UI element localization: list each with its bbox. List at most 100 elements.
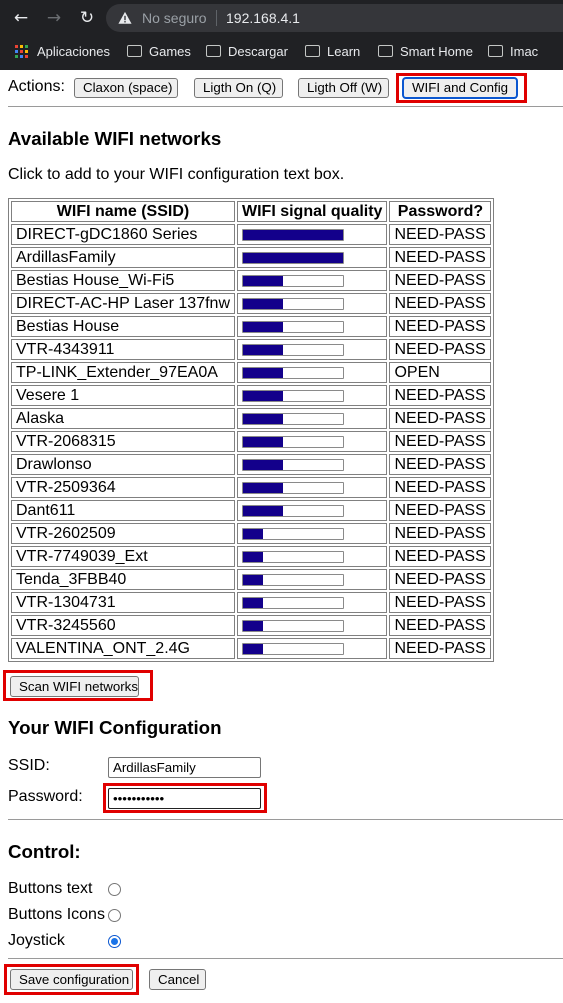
signal-bar-fill: [243, 367, 283, 378]
signal-cell: [237, 247, 388, 268]
signal-bar-fill: [243, 252, 343, 263]
ssid-cell[interactable]: VTR-1304731: [11, 592, 235, 613]
signal-bar: [242, 251, 344, 264]
signal-cell: [237, 385, 388, 406]
signal-bar-fill: [243, 551, 263, 562]
ssid-cell[interactable]: Drawlonso: [11, 454, 235, 475]
table-row[interactable]: Tenda_3FBB40 NEED-PASS: [11, 569, 492, 590]
security-status[interactable]: No seguro: [142, 10, 207, 26]
light-on-button[interactable]: Ligth On (Q): [194, 78, 283, 98]
light-off-button[interactable]: Ligth Off (W): [298, 78, 389, 98]
bookmark-games[interactable]: Games: [127, 44, 191, 62]
buttons-icons-radio[interactable]: [108, 909, 121, 922]
ssid-cell[interactable]: Vesere 1: [11, 385, 235, 406]
table-row[interactable]: VTR-4343911 NEED-PASS: [11, 339, 492, 360]
address-bar[interactable]: No seguro 192.168.4.1: [106, 4, 563, 32]
table-row[interactable]: Bestias House NEED-PASS: [11, 316, 492, 337]
ssid-cell[interactable]: VTR-2509364: [11, 477, 235, 498]
password-cell: NEED-PASS: [389, 247, 492, 268]
password-cell: NEED-PASS: [389, 270, 492, 291]
config-title: Your WIFI Configuration: [8, 717, 222, 738]
bookmark-descargar[interactable]: Descargar: [206, 44, 288, 62]
table-row[interactable]: ArdillasFamily NEED-PASS: [11, 247, 492, 268]
bookmark-smart-home[interactable]: Smart Home: [378, 44, 473, 62]
table-row[interactable]: VTR-2068315 NEED-PASS: [11, 431, 492, 452]
highlight-box: [103, 783, 267, 813]
ssid-cell[interactable]: VALENTINA_ONT_2.4G: [11, 638, 235, 659]
ssid-cell[interactable]: Bestias House: [11, 316, 235, 337]
signal-bar: [242, 504, 344, 517]
ssid-cell[interactable]: Dant611: [11, 500, 235, 521]
password-cell: NEED-PASS: [389, 638, 492, 659]
header-password: Password?: [389, 201, 492, 222]
bookmark-imac[interactable]: Imac: [488, 44, 538, 62]
password-cell: NEED-PASS: [389, 385, 492, 406]
table-header-row: WIFI name (SSID) WIFI signal quality Pas…: [11, 201, 492, 222]
warning-triangle-icon[interactable]: [118, 11, 132, 25]
cancel-button[interactable]: Cancel: [149, 969, 206, 990]
ssid-cell[interactable]: Tenda_3FBB40: [11, 569, 235, 590]
ssid-cell[interactable]: DIRECT-gDC1860 Series: [11, 224, 235, 245]
forward-arrow-icon[interactable]: →: [45, 9, 63, 27]
table-row[interactable]: VTR-7749039_Ext NEED-PASS: [11, 546, 492, 567]
joystick-radio[interactable]: [108, 935, 121, 948]
signal-cell: [237, 408, 388, 429]
table-row[interactable]: VTR-2602509 NEED-PASS: [11, 523, 492, 544]
browser-chrome: ← → ↻ No seguro 192.168.4.1 Aplicaciones…: [0, 0, 563, 70]
signal-bar: [242, 642, 344, 655]
divider: [8, 106, 563, 107]
signal-bar: [242, 527, 344, 540]
table-row[interactable]: Vesere 1 NEED-PASS: [11, 385, 492, 406]
signal-bar-fill: [243, 413, 283, 424]
table-row[interactable]: Drawlonso NEED-PASS: [11, 454, 492, 475]
signal-cell: [237, 224, 388, 245]
buttons-text-radio[interactable]: [108, 883, 121, 896]
ssid-cell[interactable]: VTR-4343911: [11, 339, 235, 360]
signal-bar-fill: [243, 597, 263, 608]
table-row[interactable]: VALENTINA_ONT_2.4G NEED-PASS: [11, 638, 492, 659]
bookmark-label: Games: [149, 44, 191, 59]
claxon-button[interactable]: Claxon (space): [74, 78, 178, 98]
ssid-cell[interactable]: TP-LINK_Extender_97EA0A: [11, 362, 235, 383]
table-row[interactable]: VTR-1304731 NEED-PASS: [11, 592, 492, 613]
table-row[interactable]: Dant611 NEED-PASS: [11, 500, 492, 521]
control-title: Control:: [8, 841, 81, 862]
ssid-cell[interactable]: DIRECT-AC-HP Laser 137fnw: [11, 293, 235, 314]
signal-bar: [242, 389, 344, 402]
folder-icon: [127, 45, 142, 57]
signal-bar-fill: [243, 436, 283, 447]
table-row[interactable]: TP-LINK_Extender_97EA0A OPEN: [11, 362, 492, 383]
signal-bar-fill: [243, 574, 263, 585]
table-row[interactable]: VTR-3245560 NEED-PASS: [11, 615, 492, 636]
wifi-networks-table: WIFI name (SSID) WIFI signal quality Pas…: [8, 198, 495, 662]
signal-bar-fill: [243, 344, 283, 355]
table-row[interactable]: DIRECT-gDC1860 Series NEED-PASS: [11, 224, 492, 245]
signal-bar: [242, 320, 344, 333]
table-row[interactable]: VTR-2509364 NEED-PASS: [11, 477, 492, 498]
ssid-cell[interactable]: Bestias House_Wi-Fi5: [11, 270, 235, 291]
ssid-input[interactable]: [108, 757, 261, 778]
bookmark-learn[interactable]: Learn: [305, 44, 360, 62]
password-cell: NEED-PASS: [389, 569, 492, 590]
password-cell: NEED-PASS: [389, 431, 492, 452]
ssid-cell[interactable]: VTR-7749039_Ext: [11, 546, 235, 567]
ssid-cell[interactable]: ArdillasFamily: [11, 247, 235, 268]
back-arrow-icon[interactable]: ←: [12, 9, 30, 27]
bookmark-label: Smart Home: [400, 44, 473, 59]
ssid-cell[interactable]: VTR-2602509: [11, 523, 235, 544]
reload-icon[interactable]: ↻: [78, 9, 96, 27]
ssid-cell[interactable]: VTR-2068315: [11, 431, 235, 452]
folder-icon: [305, 45, 320, 57]
table-row[interactable]: DIRECT-AC-HP Laser 137fnw NEED-PASS: [11, 293, 492, 314]
url-text[interactable]: 192.168.4.1: [226, 10, 300, 26]
highlight-box: [4, 964, 139, 995]
folder-icon: [206, 45, 221, 57]
table-row[interactable]: Bestias House_Wi-Fi5 NEED-PASS: [11, 270, 492, 291]
password-cell: NEED-PASS: [389, 546, 492, 567]
password-cell: NEED-PASS: [389, 592, 492, 613]
table-row[interactable]: Alaska NEED-PASS: [11, 408, 492, 429]
ssid-cell[interactable]: Alaska: [11, 408, 235, 429]
password-cell: NEED-PASS: [389, 316, 492, 337]
bookmark-aplicaciones[interactable]: Aplicaciones: [15, 44, 110, 62]
ssid-cell[interactable]: VTR-3245560: [11, 615, 235, 636]
